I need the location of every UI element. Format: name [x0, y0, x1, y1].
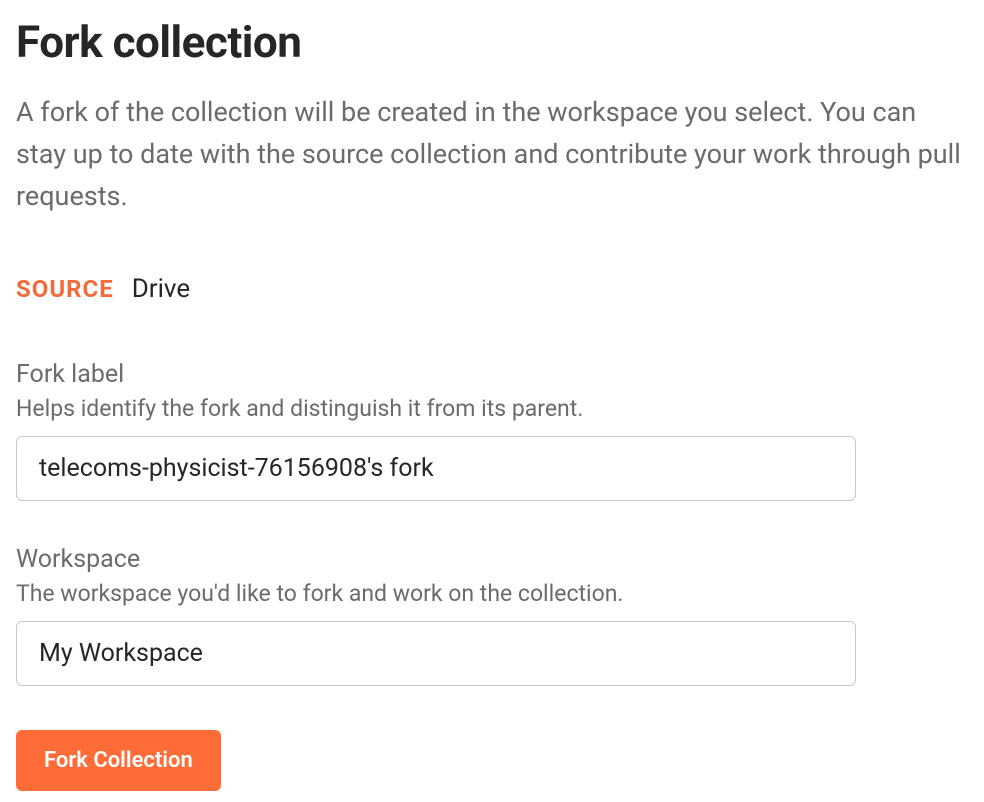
- page-description: A fork of the collection will be created…: [16, 92, 968, 218]
- source-label: SOURCE: [16, 275, 114, 303]
- source-value: Drive: [132, 274, 190, 304]
- fork-label-field-group: Fork label Helps identify the fork and d…: [16, 360, 968, 501]
- fork-label-input[interactable]: [16, 436, 856, 501]
- fork-collection-button[interactable]: Fork Collection: [16, 730, 221, 791]
- fork-label-label: Fork label: [16, 360, 968, 389]
- workspace-field-group: Workspace The workspace you'd like to fo…: [16, 545, 968, 686]
- page-title: Fork collection: [16, 16, 968, 68]
- workspace-selected-value: My Workspace: [39, 639, 203, 668]
- workspace-select[interactable]: My Workspace: [16, 621, 856, 686]
- fork-label-help: Helps identify the fork and distinguish …: [16, 395, 968, 422]
- source-row: SOURCE Drive: [16, 274, 968, 304]
- workspace-help: The workspace you'd like to fork and wor…: [16, 580, 968, 607]
- workspace-label: Workspace: [16, 545, 968, 574]
